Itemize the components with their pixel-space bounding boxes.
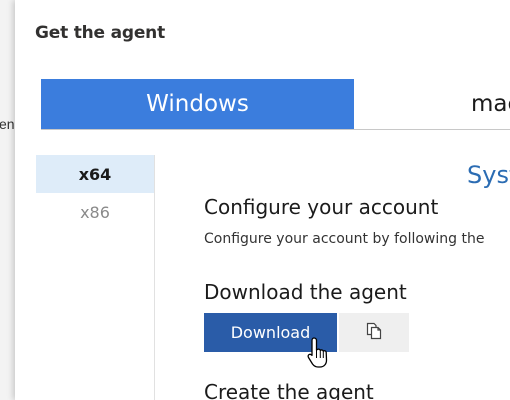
architecture-list: x64 x86 (36, 155, 155, 400)
get-agent-dialog: Get the agent Windows mac x64 x86 Syst C… (15, 0, 510, 400)
arch-option-x86[interactable]: x86 (36, 193, 154, 231)
download-button[interactable]: Download (204, 313, 337, 352)
copy-icon (365, 322, 383, 343)
create-heading: Create the agent (204, 380, 374, 400)
dialog-title: Get the agent (35, 23, 166, 43)
configure-description: Configure your account by following the (204, 231, 485, 247)
configure-heading: Configure your account (204, 195, 439, 219)
configure-section: Configure your account Configure your ac… (204, 195, 510, 247)
tab-windows[interactable]: Windows (41, 79, 354, 129)
tab-macos[interactable]: mac (471, 79, 510, 129)
os-tab-bar: Windows mac (41, 79, 510, 130)
copy-url-button[interactable] (339, 313, 409, 352)
background-text-fragment: en (0, 116, 15, 132)
arch-option-x64[interactable]: x64 (36, 155, 154, 193)
section-heading: Syst (467, 161, 510, 189)
download-heading: Download the agent (204, 280, 407, 304)
